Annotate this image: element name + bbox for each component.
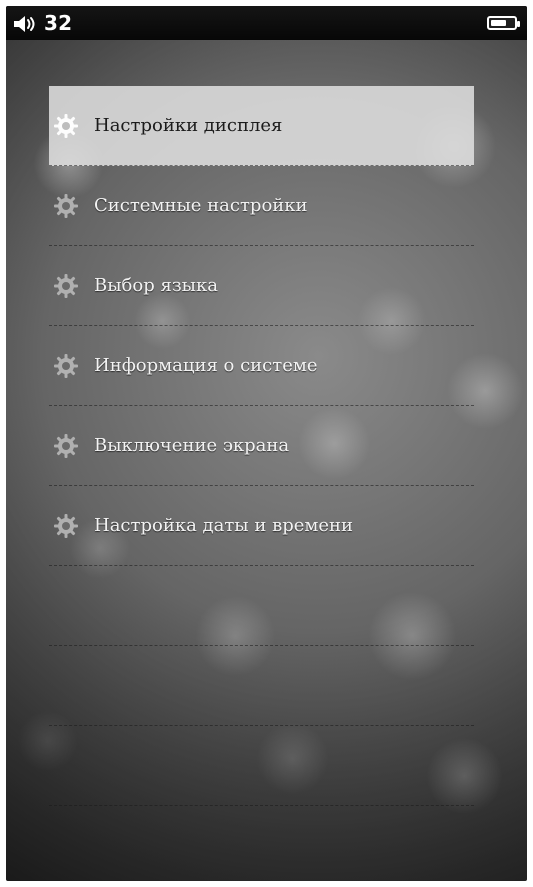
volume-level: 32 [44, 11, 73, 35]
battery-level [491, 20, 507, 26]
status-left: 32 [6, 11, 72, 35]
menu-item-system-settings[interactable]: Системные настройки [49, 166, 474, 246]
menu-item-system-info[interactable]: Информация о системе [49, 326, 474, 406]
gear-icon [52, 432, 80, 460]
menu-item-label: Информация о системе [94, 355, 318, 376]
gear-icon [52, 512, 80, 540]
menu-item-label: Настройки дисплея [94, 115, 283, 136]
menu-item-label: Системные настройки [94, 195, 308, 216]
menu-empty-row [49, 566, 474, 646]
menu-item-label: Выключение экрана [94, 435, 290, 456]
menu-item-screen-off[interactable]: Выключение экрана [49, 406, 474, 486]
menu-item-language-selection[interactable]: Выбор языка [49, 246, 474, 326]
menu-item-display-settings[interactable]: Настройки дисплея [49, 86, 474, 166]
menu-item-label: Выбор языка [94, 275, 218, 296]
gear-icon [52, 352, 80, 380]
gear-icon [52, 112, 80, 140]
status-bar: 32 [6, 6, 527, 40]
settings-menu: Настройки дисплея Системные настройки Вы… [49, 86, 474, 806]
device-screen: 32 Настройки дисплея Системные настройки… [6, 6, 527, 881]
menu-empty-row [49, 646, 474, 726]
speaker-icon [12, 14, 38, 32]
menu-empty-row [49, 726, 474, 806]
menu-item-label: Настройка даты и времени [94, 515, 354, 536]
gear-icon [52, 272, 80, 300]
gear-icon [52, 192, 80, 220]
menu-item-date-time-settings[interactable]: Настройка даты и времени [49, 486, 474, 566]
battery-icon [487, 16, 520, 30]
